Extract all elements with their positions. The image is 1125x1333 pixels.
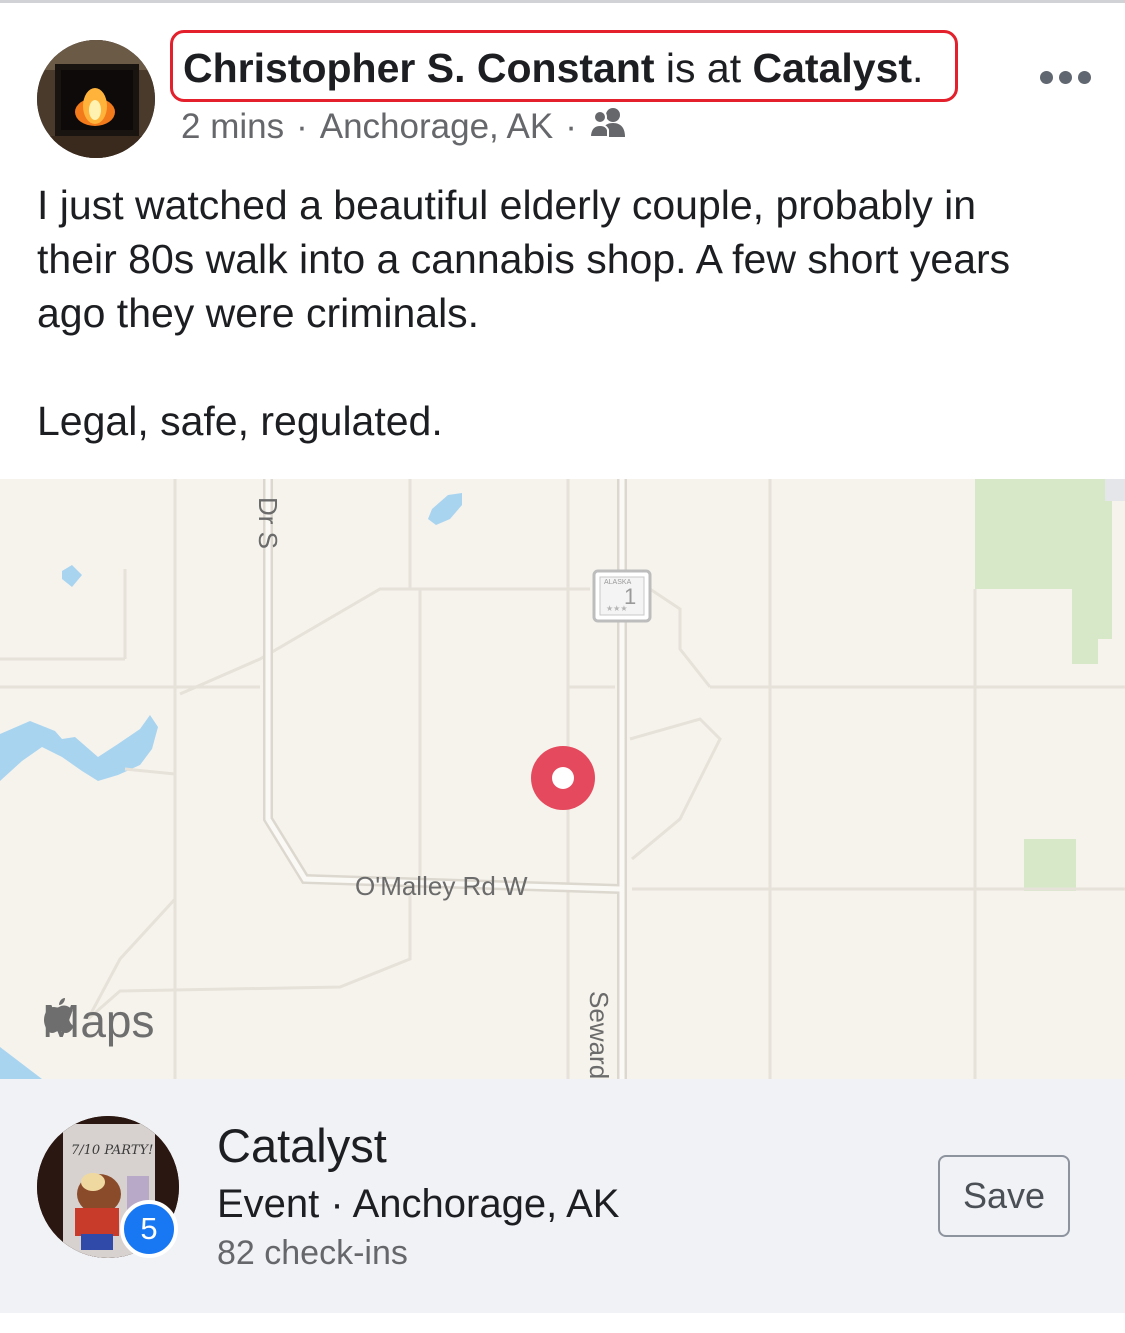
road-label-omalley: O'Malley Rd W: [355, 871, 528, 901]
road-label-seward: Seward: [584, 991, 614, 1079]
more-dot-icon: [1039, 70, 1053, 84]
post-meta: 2 mins · Anchorage, AK ·: [181, 104, 627, 150]
location-map[interactable]: ALASKA 1 ★★★ O'Malley Rd W Seward Dr S M…: [0, 479, 1125, 1079]
location-pin-icon[interactable]: [531, 746, 595, 810]
post-time[interactable]: 2 mins: [181, 105, 284, 149]
author-avatar[interactable]: [37, 40, 155, 158]
post-title-highlight: Christopher S. Constant is at Catalyst.: [170, 30, 958, 102]
post-text: I just watched a beautiful elderly coupl…: [37, 178, 1097, 448]
post-text-line: I just watched a beautiful elderly coupl…: [37, 182, 977, 228]
post-text-line: their 80s walk into a cannabis shop. A f…: [37, 236, 1011, 282]
place-card-title[interactable]: Catalyst: [217, 1117, 387, 1175]
route-shield: ALASKA 1 ★★★: [592, 569, 652, 623]
park-area: [1024, 839, 1076, 891]
place-card-checkins: 82 check-ins: [217, 1234, 408, 1272]
more-dot-icon: [1058, 70, 1072, 84]
place-card[interactable]: 7/10 PARTY! 5 Catalyst Event · Anchorage…: [0, 1079, 1125, 1313]
post-text-line: ago they were criminals.: [37, 290, 480, 336]
apple-maps-logo: Maps: [42, 994, 154, 1048]
meta-separator: ·: [296, 107, 308, 146]
svg-text:7/10 PARTY!: 7/10 PARTY!: [71, 1143, 153, 1158]
place-card-subtitle: Event · Anchorage, AK: [217, 1182, 620, 1226]
title-period: .: [912, 45, 924, 91]
more-options-button[interactable]: [1036, 60, 1094, 94]
is-at-text: is at: [654, 45, 753, 91]
author-name-link[interactable]: Christopher S. Constant: [183, 45, 655, 91]
save-button[interactable]: Save: [938, 1155, 1070, 1237]
svg-text:★★★: ★★★: [606, 604, 628, 613]
fireplace-photo: [37, 40, 155, 158]
notification-badge: 5: [120, 1200, 178, 1258]
more-dot-icon: [1077, 70, 1091, 84]
meta-separator: ·: [565, 107, 577, 146]
post-header: Christopher S. Constant is at Catalyst. …: [0, 0, 1125, 170]
map-canvas: ALASKA 1 ★★★: [0, 479, 1125, 1079]
post-location[interactable]: Anchorage, AK: [320, 105, 554, 149]
friends-icon[interactable]: [588, 105, 627, 149]
road-label-drs: Dr S: [253, 497, 283, 549]
apple-logo-icon: [44, 998, 74, 1033]
place-name-link[interactable]: Catalyst: [753, 45, 913, 91]
post-text-line: Legal, safe, regulated.: [37, 398, 443, 444]
